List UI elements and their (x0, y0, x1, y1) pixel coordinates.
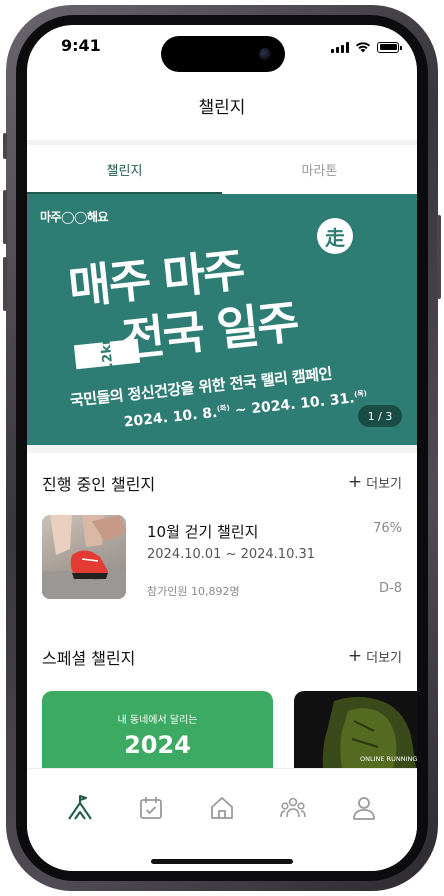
action-button (3, 133, 7, 159)
home-indicator[interactable] (151, 859, 293, 864)
dynamic-island (161, 36, 285, 72)
campaign-logo: 마주◯◯해요 (40, 208, 109, 225)
challenge-participants: 참가인원 10,892명 (147, 585, 240, 598)
plus-icon: + (347, 646, 363, 666)
logo-text-left: 마주 (40, 210, 62, 224)
campaign-banner[interactable]: 마주◯◯해요 走 매주 마주 2.2km 전국 일주 국민들의 정신건강을 위한… (27, 194, 417, 445)
section-gap (27, 445, 417, 453)
status-icons (331, 40, 402, 54)
challenge-thumbnail (42, 515, 126, 599)
special-card-caption: ONLINE RUNNING (360, 755, 417, 763)
plus-icon: + (347, 472, 363, 492)
calendar-check-icon (140, 797, 162, 819)
wifi-icon (356, 42, 370, 53)
tab-challenge[interactable]: 챌린지 (27, 145, 222, 194)
page-title: 챌린지 (198, 98, 246, 118)
date-start-day: (화) (216, 403, 231, 414)
screen: 9:41 챌린지 챌린지 마라톤 마주◯◯해요 走 매주 마주 2.2km 전국… (27, 25, 417, 871)
challenge-dday: D-8 (379, 581, 402, 596)
bottom-navigation (27, 768, 417, 871)
running-shoe-icon (42, 515, 126, 599)
group-icon (280, 797, 306, 818)
special-more-label: 더보기 (366, 651, 402, 666)
challenge-period: 2024.10.01 ~ 2024.10.31 (147, 547, 316, 562)
date-start: 2024. 10. 8. (123, 404, 219, 431)
power-button (437, 215, 441, 299)
volume-down-button (3, 257, 7, 311)
tab-marathon[interactable]: 마라톤 (222, 145, 417, 194)
cellular-signal-icon (331, 41, 349, 53)
nav-calendar[interactable] (136, 793, 166, 823)
special-card-headline: 2024 (124, 731, 191, 759)
challenge-progress-percent: 76% (373, 521, 402, 536)
special-more-button[interactable]: + 더보기 (347, 646, 402, 667)
date-end: 2024. 10. 31. (250, 390, 356, 418)
nav-community[interactable] (278, 793, 308, 823)
date-separator: ~ (229, 401, 253, 420)
nav-profile[interactable] (349, 793, 379, 823)
special-card-subtitle: 내 동네에서 달리는 (117, 715, 198, 726)
challenge-card[interactable]: 10월 걷기 챌린지 2024.10.01 ~ 2024.10.31 76% 참… (42, 515, 402, 601)
logo-text-right: 해요 (86, 210, 109, 224)
challenge-name: 10월 걷기 챌린지 (147, 523, 259, 541)
rings-icon: ◯◯ (61, 210, 87, 224)
special-section-title: 스페셜 챌린지 (42, 649, 136, 668)
status-time: 9:41 (61, 36, 101, 55)
tab-bar: 챌린지 마라톤 (27, 145, 417, 194)
battery-icon (377, 41, 402, 53)
nav-home[interactable] (207, 793, 237, 823)
banner-page-indicator: 1 / 3 (358, 405, 402, 427)
home-icon (211, 797, 233, 819)
front-camera (259, 48, 271, 60)
run-badge: 走 (317, 218, 353, 254)
date-end-day: (목) (353, 389, 368, 399)
mountain-flag-icon (68, 795, 92, 820)
ongoing-section-title: 진행 중인 챌린지 (42, 475, 156, 494)
nav-challenge[interactable] (65, 793, 95, 823)
ongoing-more-button[interactable]: + 더보기 (347, 472, 402, 493)
ongoing-more-label: 더보기 (366, 477, 402, 492)
volume-up-button (3, 190, 7, 244)
profile-icon (353, 797, 375, 820)
